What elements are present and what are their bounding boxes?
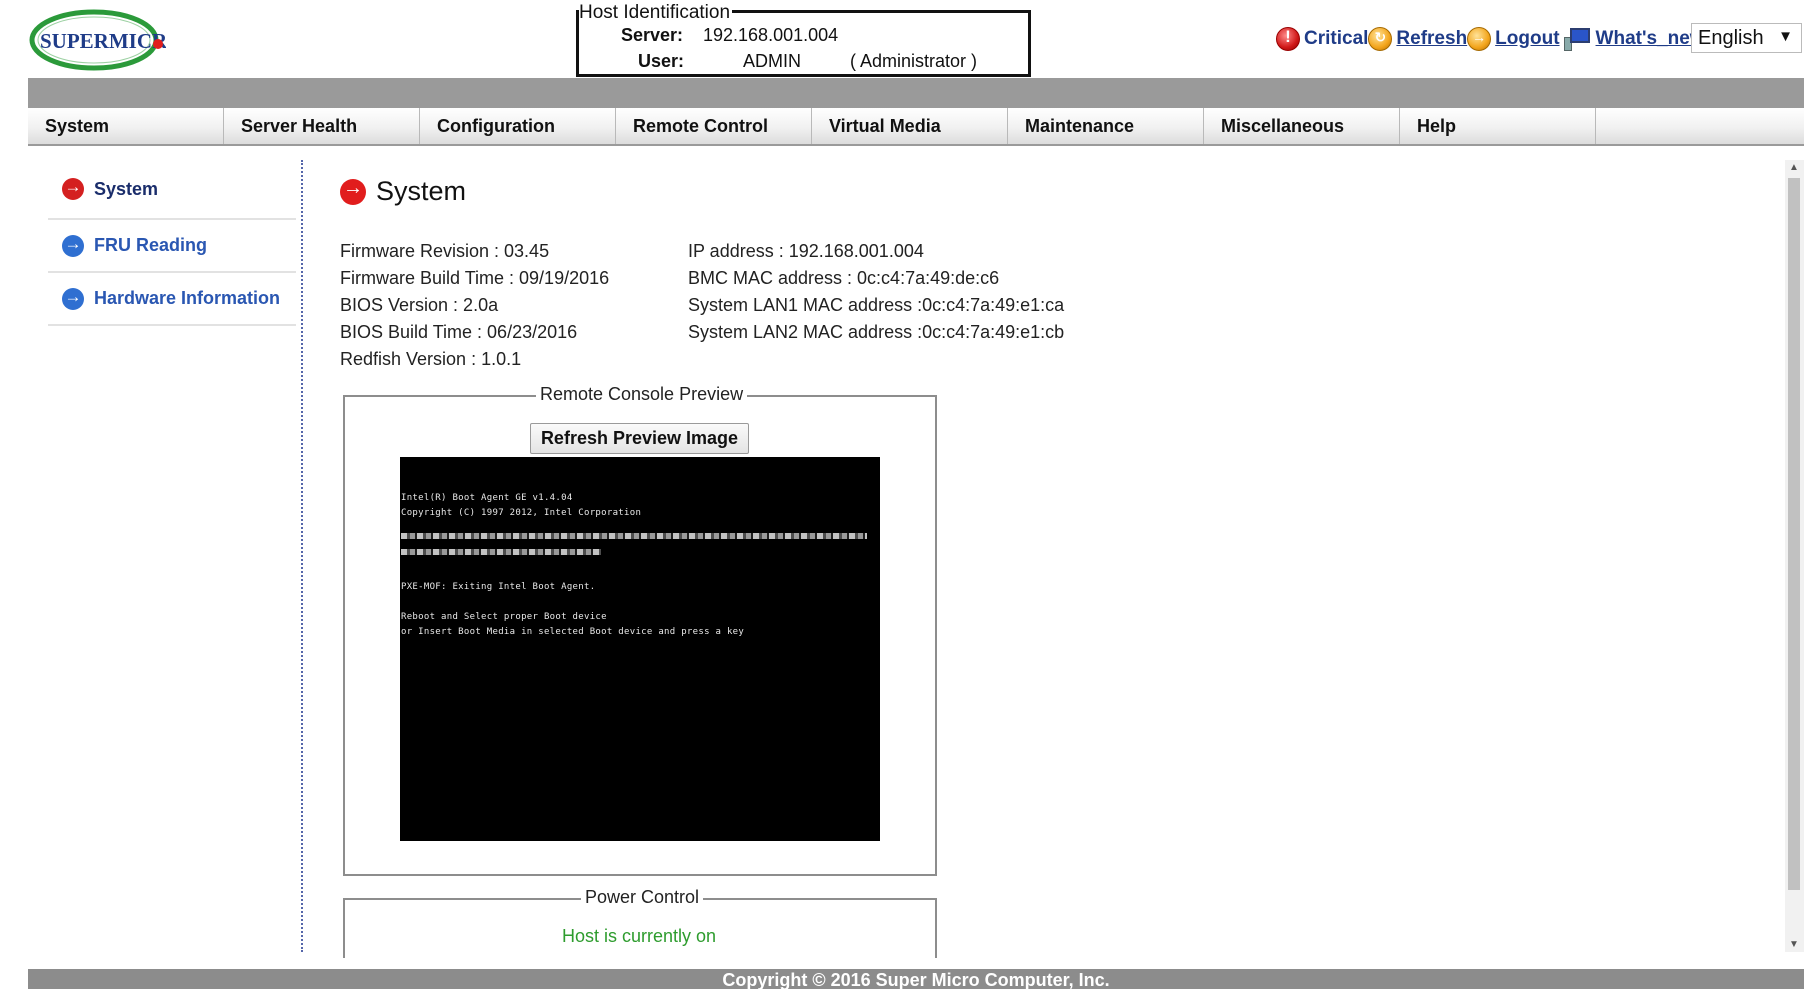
host-identification-box: Host Identification Server: 192.168.001.… (576, 2, 1031, 77)
whats-new-link-wrap: What's_new (1563, 27, 1705, 51)
server-value: 192.168.001.004 (703, 25, 839, 45)
nav-help[interactable]: Help (1400, 108, 1596, 144)
supermicro-logo[interactable]: SUPERMICRO (28, 6, 166, 74)
sidebar-divider (301, 160, 303, 952)
scrollbar-thumb[interactable] (1788, 178, 1800, 890)
sidebar-item-label: FRU Reading (94, 235, 208, 255)
firmware-revision: Firmware Revision : 03.45 (340, 241, 550, 261)
logo-text: SUPERMICRO (40, 29, 166, 53)
language-selected-value: English (1698, 26, 1764, 49)
user-label: User: (638, 51, 685, 71)
header-band (28, 78, 1804, 108)
nav-miscellaneous[interactable]: Miscellaneous (1204, 108, 1400, 144)
dropdown-arrow-icon: ▼ (1778, 28, 1793, 45)
server-label: Server: (621, 25, 684, 45)
console-line: PXE-MOF: Exiting Intel Boot Agent. (401, 582, 596, 592)
bios-version: BIOS Version : 2.0a (340, 295, 499, 315)
refresh-link[interactable]: Refresh (1396, 28, 1467, 50)
nav-maintenance[interactable]: Maintenance (1008, 108, 1204, 144)
console-garbled-line (401, 549, 601, 555)
sidebar-item-label: Hardware Information (94, 288, 281, 308)
bmc-mac-address: BMC MAC address : 0c:c4:7a:49:de:c6 (688, 268, 1000, 288)
firmware-build-time: Firmware Build Time : 09/19/2016 (340, 268, 610, 288)
nav-remote-control[interactable]: Remote Control (616, 108, 812, 144)
firmware-info-left: Firmware Revision : 03.45 Firmware Build… (340, 238, 609, 373)
console-preview-image[interactable]: Intel(R) Boot Agent GE v1.4.04 Copyright… (400, 457, 880, 841)
console-line: Intel(R) Boot Agent GE v1.4.04 (401, 493, 573, 503)
sidebar-item-fru-reading[interactable]: FRU Reading (48, 220, 296, 273)
bios-build-time: BIOS Build Time : 06/23/2016 (340, 322, 578, 342)
host-identification-legend: Host Identification (579, 2, 733, 24)
page-title-text: System (376, 176, 467, 206)
console-line: or Insert Boot Media in selected Boot de… (401, 627, 745, 637)
logout-link-wrap: Logout (1467, 27, 1560, 51)
critical-indicator[interactable]: Critical (1276, 27, 1368, 51)
language-select[interactable]: English ▼ (1691, 23, 1802, 53)
power-control-legend: Power Control (581, 887, 704, 908)
sidebar-item-label: System (94, 178, 159, 199)
whats-new-link[interactable]: What's_new (1596, 28, 1705, 50)
blue-arrow-circle-icon (62, 287, 84, 310)
console-garbled-line (401, 533, 867, 539)
scroll-down-icon[interactable]: ▼ (1789, 939, 1799, 950)
console-line: Reboot and Select proper Boot device (401, 612, 607, 622)
refresh-preview-button[interactable]: Refresh Preview Image (530, 423, 749, 454)
lan1-mac-address: System LAN1 MAC address :0c:c4:7a:49:e1:… (688, 295, 1065, 315)
ip-address: IP address : 192.168.001.004 (688, 241, 924, 261)
top-links: Critical Refresh Logout What's_new (1276, 24, 1705, 54)
red-arrow-circle-icon (62, 177, 84, 200)
critical-alert-icon (1276, 27, 1300, 51)
console-line: Copyright (C) 1997 2012, Intel Corporati… (401, 508, 642, 518)
power-status-text: Host is currently on (562, 926, 717, 946)
critical-label: Critical (1304, 28, 1369, 49)
main-nav: System Server Health Configuration Remot… (28, 108, 1804, 146)
vertical-scrollbar[interactable]: ▲ ▼ (1785, 160, 1804, 952)
sidebar-item-hardware-information[interactable]: Hardware Information (48, 273, 296, 326)
blue-arrow-circle-icon (62, 234, 84, 257)
logout-link[interactable]: Logout (1495, 28, 1559, 50)
remote-console-legend: Remote Console Preview (536, 384, 748, 405)
nav-server-health[interactable]: Server Health (224, 108, 420, 144)
monitor-icon[interactable] (1563, 27, 1592, 51)
refresh-link-wrap: Refresh (1368, 27, 1467, 51)
sidebar: System FRU Reading Hardware Information (48, 168, 296, 326)
red-arrow-circle-icon (340, 177, 366, 205)
scroll-up-icon[interactable]: ▲ (1789, 162, 1799, 173)
user-role: ( Administrator ) (850, 51, 978, 71)
refresh-icon[interactable] (1368, 27, 1393, 51)
lan2-mac-address: System LAN2 MAC address :0c:c4:7a:49:e1:… (688, 322, 1065, 342)
sidebar-item-system[interactable]: System (48, 160, 296, 220)
redfish-version: Redfish Version : 1.0.1 (340, 349, 522, 369)
page-title: System (340, 176, 466, 207)
logout-icon[interactable] (1467, 27, 1492, 51)
nav-system[interactable]: System (28, 108, 224, 144)
copyright-text: Copyright © 2016 Super Micro Computer, I… (722, 970, 1110, 990)
footer: Copyright © 2016 Super Micro Computer, I… (28, 969, 1804, 990)
nav-virtual-media[interactable]: Virtual Media (812, 108, 1008, 144)
network-info-right: IP address : 192.168.001.004 BMC MAC add… (688, 238, 1064, 346)
nav-configuration[interactable]: Configuration (420, 108, 616, 144)
user-value: ADMIN (743, 51, 801, 71)
